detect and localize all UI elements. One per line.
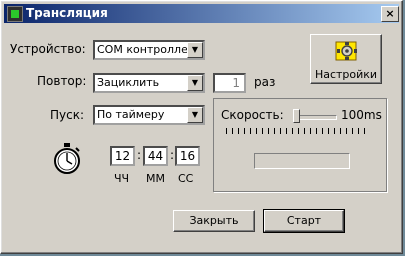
start-label: Пуск: — [50, 108, 85, 122]
chevron-down-icon[interactable]: ▼ — [187, 42, 203, 58]
title-bar[interactable]: Трансляция × — [4, 4, 399, 23]
speed-slider-thumb[interactable] — [293, 109, 300, 123]
repeat-count-input[interactable]: 1 — [213, 73, 246, 93]
device-select-value: COM контроллер — [97, 43, 195, 56]
close-window-button[interactable]: × — [381, 6, 399, 22]
start-button[interactable]: Старт — [263, 209, 345, 233]
minutes-caption: ММ — [146, 172, 165, 185]
speed-ticks — [226, 128, 366, 134]
start-select[interactable]: По таймеру ▼ — [93, 105, 205, 125]
seconds-caption: СС — [178, 172, 194, 185]
stopwatch-icon — [54, 143, 80, 174]
close-icon: × — [385, 7, 395, 20]
repeat-label: Повтор: — [37, 74, 87, 88]
timer-separator: : — [170, 148, 175, 162]
timer-seconds-input[interactable]: 16 — [175, 146, 200, 166]
window-title: Трансляция — [26, 6, 108, 20]
hours-caption: ЧЧ — [114, 172, 130, 185]
repeat-select[interactable]: Зациклить ▼ — [93, 73, 205, 93]
speed-value: 100ms — [341, 108, 382, 122]
settings-button-label: Настройки — [314, 68, 378, 81]
transmission-progress-bar — [254, 153, 350, 169]
app-icon — [7, 6, 23, 22]
chevron-down-icon[interactable]: ▼ — [187, 107, 203, 123]
chevron-down-icon[interactable]: ▼ — [187, 75, 203, 91]
device-select[interactable]: COM контроллер ▼ — [93, 40, 205, 60]
timer-minutes-input[interactable]: 44 — [143, 146, 168, 166]
settings-button[interactable]: Настройки — [310, 34, 382, 84]
device-label: Устройство: — [10, 42, 86, 56]
repeat-select-value: Зациклить — [97, 76, 160, 89]
speed-label: Скорость: — [221, 108, 284, 122]
timer-separator: : — [137, 148, 142, 162]
dialog-window: Трансляция × Устройство: COM контроллер … — [0, 0, 403, 254]
close-button[interactable]: Закрыть — [173, 210, 255, 232]
settings-gear-icon — [335, 41, 357, 61]
start-select-value: По таймеру — [97, 108, 165, 121]
timer-hours-input[interactable]: 12 — [110, 146, 135, 166]
repeat-unit-label: раз — [254, 75, 276, 89]
